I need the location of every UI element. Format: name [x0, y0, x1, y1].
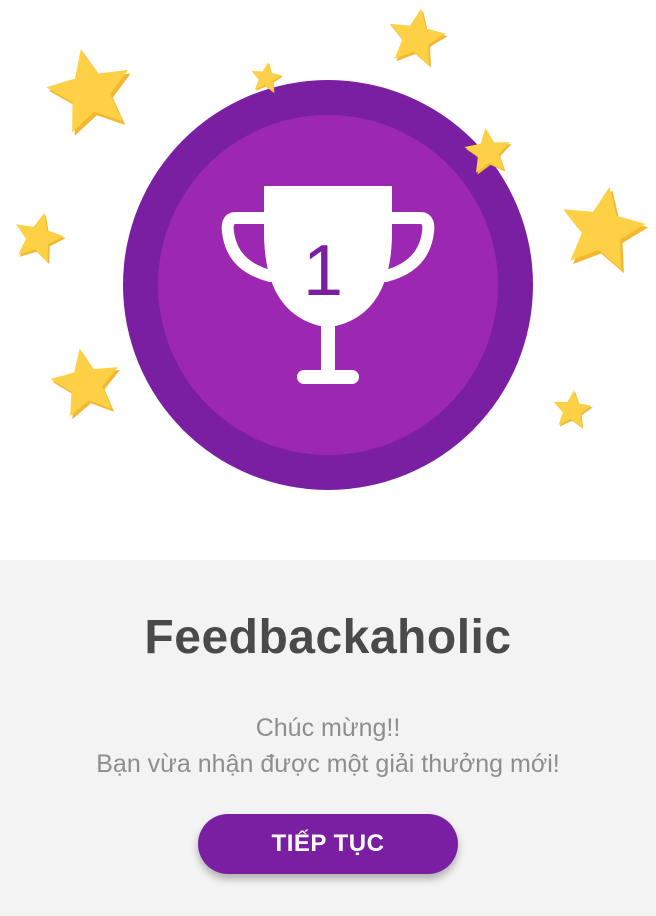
- award-modal: 1 Feedbackaholic Chúc mừng!! Bạn vừa nhậ…: [0, 0, 656, 916]
- award-message-line1: Chúc mừng!!: [255, 714, 401, 742]
- star-icon: [563, 186, 649, 274]
- star-icon: [50, 348, 120, 420]
- star-icon: [389, 8, 448, 68]
- award-info-panel: Feedbackaholic Chúc mừng!! Bạn vừa nhận …: [0, 560, 656, 916]
- trophy-rank-number: 1: [303, 231, 343, 311]
- badge-area: 1: [0, 0, 656, 560]
- award-title: Feedbackaholic: [144, 611, 512, 664]
- award-message: Chúc mừng!! Bạn vừa nhận được một giải t…: [0, 710, 656, 782]
- badge-illustration: 1: [16, 8, 649, 490]
- star-icon: [46, 49, 131, 136]
- continue-button[interactable]: TIẾP TỤC: [198, 814, 458, 874]
- award-message-line2: Bạn vừa nhận được một giải thưởng mới!: [96, 750, 560, 778]
- star-icon: [16, 212, 66, 265]
- star-icon: [553, 390, 593, 429]
